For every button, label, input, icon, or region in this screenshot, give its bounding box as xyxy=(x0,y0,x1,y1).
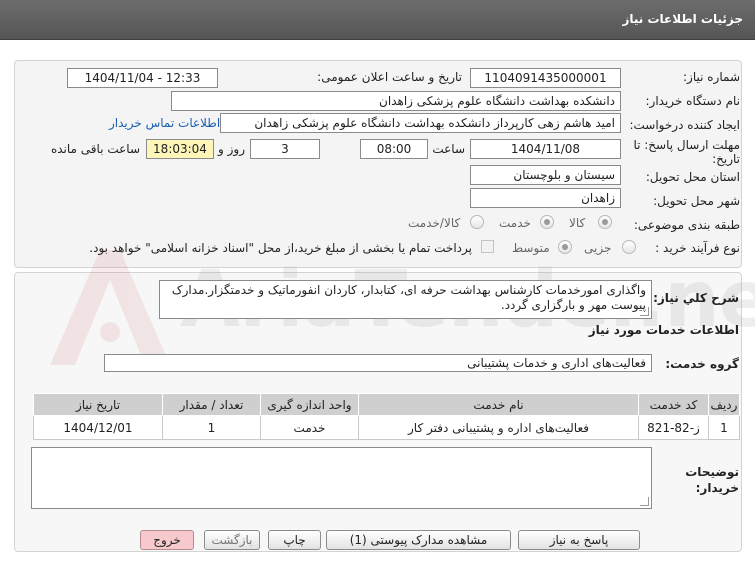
service-group-label: گروه خدمت: xyxy=(665,357,739,371)
col-service-code: کد خدمت xyxy=(638,393,709,416)
buyer-notes-textarea xyxy=(31,447,652,509)
page-title: جزئیات اطلاعات نیاز xyxy=(622,12,743,26)
process-minor-radio[interactable] xyxy=(622,240,636,254)
col-unit: واحد اندازه گیری xyxy=(260,393,359,416)
service-group-field: فعالیت‌های اداری و خدمات پشتیبانی xyxy=(104,354,652,372)
description-text: واگذاری امورخدمات کارشناس بهداشت حرفه ای… xyxy=(171,283,646,312)
announce-date-label: تاریخ و ساعت اعلان عمومی: xyxy=(317,70,462,84)
category-goods-label: کالا xyxy=(569,216,586,230)
need-number-label: شماره نیاز: xyxy=(683,70,740,84)
process-medium-label: متوسط xyxy=(512,241,550,255)
services-heading: اطلاعات خدمات مورد نیاز xyxy=(588,323,739,337)
treasury-payment-checkbox[interactable] xyxy=(481,240,494,253)
resize-handle[interactable] xyxy=(640,497,649,506)
days-remaining-field: 3 xyxy=(250,139,320,159)
title-bar: جزئیات اطلاعات نیاز xyxy=(0,0,755,40)
remaining-time-field: 18:03:04 xyxy=(146,139,214,159)
province-field: سیستان و بلوچستان xyxy=(470,165,621,185)
cell-quantity: 1 xyxy=(162,415,261,440)
process-minor-label: جزیی xyxy=(584,241,612,255)
resize-handle[interactable] xyxy=(640,307,649,316)
col-row-number: ردیف xyxy=(708,393,740,416)
category-goods-service-radio[interactable] xyxy=(470,215,484,229)
col-quantity: تعداد / مقدار xyxy=(162,393,261,416)
reply-button[interactable]: پاسخ به نیاز xyxy=(518,530,640,550)
category-label: طبقه بندی موضوعی: xyxy=(633,218,740,232)
deadline-time-field: 08:00 xyxy=(360,139,428,159)
process-medium-radio[interactable] xyxy=(558,240,572,254)
need-number-field: 1104091435000001 xyxy=(470,68,621,88)
announce-date-field: 1404/11/04 - 12:33 xyxy=(67,68,218,88)
category-service-radio[interactable] xyxy=(540,215,554,229)
buyer-contact-link[interactable]: اطلاعات تماس خریدار xyxy=(109,116,220,130)
cell-unit: خدمت xyxy=(260,415,359,440)
city-label: شهر محل تحویل: xyxy=(653,194,740,208)
deadline-date-field: 1404/11/08 xyxy=(470,139,621,159)
cell-service-code: ز-82-821 xyxy=(638,415,709,440)
print-button[interactable]: چاپ xyxy=(268,530,321,550)
col-need-date: تاریخ نیاز xyxy=(33,393,163,416)
services-table: ردیف کد خدمت نام خدمت واحد اندازه گیری ت… xyxy=(33,393,740,440)
buyer-org-field: دانشکده بهداشت دانشگاه علوم پزشکی زاهدان xyxy=(171,91,621,111)
category-goods-service-label: کالا/خدمت xyxy=(408,216,461,230)
remaining-time-label: ساعت باقی مانده xyxy=(50,142,140,156)
col-service-name: نام خدمت xyxy=(358,393,639,416)
province-label: استان محل تحویل: xyxy=(645,170,740,184)
creator-label: ایجاد کننده درخواست: xyxy=(629,118,740,132)
deadline-label: مهلت ارسال پاسخ: تا تاریخ: xyxy=(633,138,740,166)
buyer-notes-label: توضیحات خریدار: xyxy=(685,465,739,495)
buyer-org-label: نام دستگاه خریدار: xyxy=(645,94,741,108)
city-field: زاهدان xyxy=(470,188,621,208)
back-button[interactable]: بازگشت xyxy=(204,530,260,550)
description-textarea: واگذاری امورخدمات کارشناس بهداشت حرفه ای… xyxy=(159,280,652,319)
table-row: 1 ز-82-821 فعالیت‌های اداره و پشتیبانی د… xyxy=(33,415,740,440)
description-label: شرح کلي نياز: xyxy=(653,291,739,305)
deadline-time-label: ساعت xyxy=(432,142,465,156)
cell-need-date: 1404/12/01 xyxy=(33,415,163,440)
treasury-payment-note: پرداخت تمام یا بخشی از مبلغ خرید،از محل … xyxy=(89,241,472,255)
cell-row-number: 1 xyxy=(708,415,740,440)
category-service-label: خدمت xyxy=(499,216,531,230)
process-type-label: نوع فرآیند خرید : xyxy=(655,241,740,255)
view-attachments-button[interactable]: مشاهده مدارک پیوستی (1) xyxy=(326,530,511,550)
exit-button[interactable]: خروج xyxy=(140,530,194,550)
category-goods-radio[interactable] xyxy=(598,215,612,229)
table-header-row: ردیف کد خدمت نام خدمت واحد اندازه گیری ت… xyxy=(33,393,740,416)
creator-field: امید هاشم زهی کارپرداز دانشکده بهداشت دا… xyxy=(220,113,621,133)
cell-service-name: فعالیت‌های اداره و پشتیبانی دفتر کار xyxy=(358,415,639,440)
days-label: روز و xyxy=(218,142,245,156)
